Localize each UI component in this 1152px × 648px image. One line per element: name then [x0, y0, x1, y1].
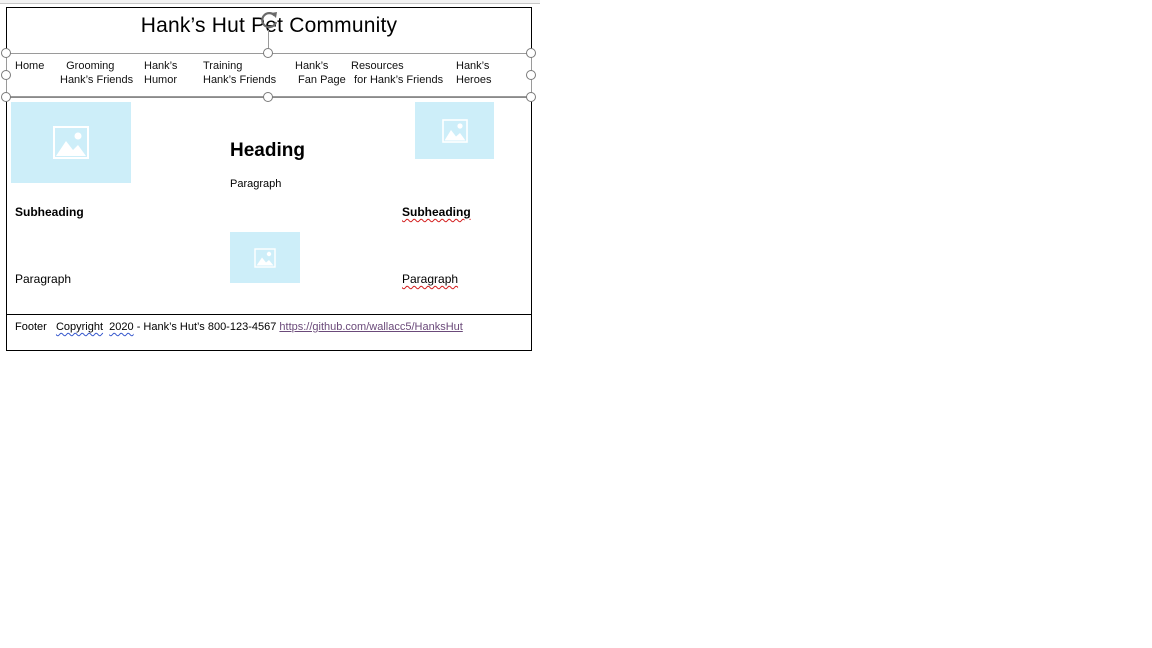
nav-item-heroes[interactable]: Hank’s Heroes	[456, 59, 491, 87]
right-subheading[interactable]: Subheading	[402, 205, 471, 219]
rotate-handle-icon[interactable]	[258, 9, 280, 31]
nav-item-fan-page[interactable]: Hank’s Fan Page	[295, 59, 346, 87]
footer-text: Footer Copyright 2020 - Hank’s Hut’s 800…	[15, 321, 463, 333]
nav-item-training[interactable]: Training Hank’s Friends	[203, 59, 276, 87]
left-subheading[interactable]: Subheading	[15, 205, 84, 219]
image-placeholder-left[interactable]	[11, 102, 131, 183]
resize-handle-middle-right[interactable]	[526, 70, 536, 80]
nav-item-humor[interactable]: Hank’s Humor	[144, 59, 177, 87]
center-paragraph[interactable]: Paragraph	[230, 178, 281, 190]
right-paragraph[interactable]: Paragraph	[402, 272, 458, 286]
resize-handle-bottom-center[interactable]	[263, 92, 273, 102]
resize-handle-bottom-right[interactable]	[526, 92, 536, 102]
footer-label: Footer	[15, 321, 47, 333]
resize-handle-middle-left[interactable]	[1, 70, 11, 80]
left-paragraph[interactable]: Paragraph	[15, 272, 71, 286]
nav-item-home[interactable]: Home	[15, 59, 44, 73]
resize-handle-bottom-left[interactable]	[1, 92, 11, 102]
resize-handle-top-center[interactable]	[263, 48, 273, 58]
footer-box[interactable]: Footer Copyright 2020 - Hank’s Hut’s 800…	[7, 314, 531, 350]
image-placeholder-icon	[441, 118, 468, 143]
footer-contact: - Hank’s Hut’s 800-123-4567	[133, 321, 280, 333]
image-placeholder-icon	[254, 247, 276, 268]
image-placeholder-center[interactable]	[230, 232, 300, 283]
center-heading[interactable]: Heading	[230, 140, 305, 162]
nav-item-resources[interactable]: Resources for Hank’s Friends	[351, 59, 443, 87]
resize-handle-top-left[interactable]	[1, 48, 11, 58]
website-wireframe: Hank’s Hut Pet Community Home Grooming H…	[6, 7, 532, 351]
rotate-stem	[268, 30, 269, 48]
footer-github-link[interactable]: https://github.com/wallacc5/HanksHut	[279, 321, 462, 333]
nav-item-grooming[interactable]: Grooming Hank’s Friends	[60, 59, 133, 87]
document-top-edge	[0, 0, 540, 4]
resize-handle-top-right[interactable]	[526, 48, 536, 58]
image-placeholder-right[interactable]	[415, 102, 494, 159]
footer-copyright: Copyright	[55, 321, 104, 333]
footer-year: 2020	[109, 321, 134, 333]
image-placeholder-icon	[53, 126, 89, 159]
